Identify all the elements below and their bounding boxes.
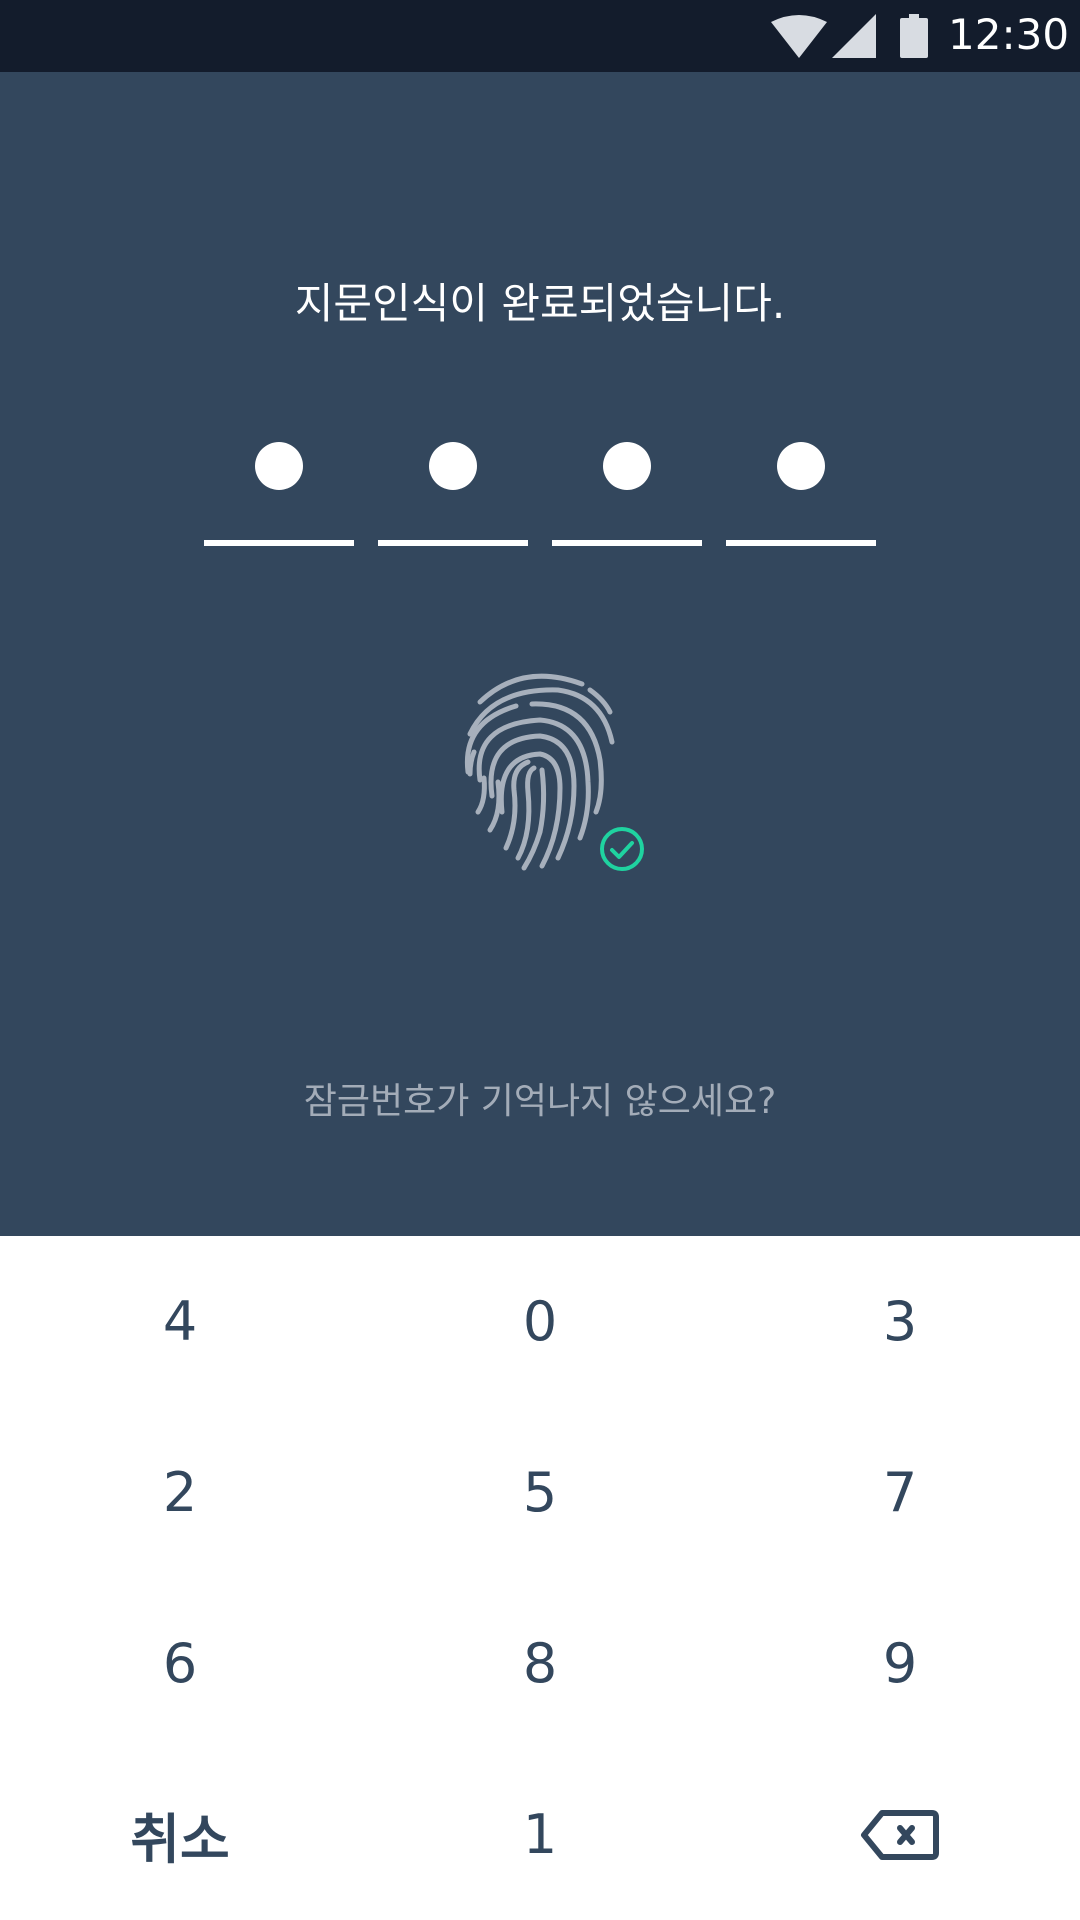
battery-icon [900, 14, 928, 58]
pin-underline [204, 540, 354, 546]
key-2[interactable]: 2 [0, 1407, 360, 1578]
pin-dot [255, 442, 303, 490]
key-7[interactable]: 7 [720, 1407, 1080, 1578]
pin-dot [429, 442, 477, 490]
key-8[interactable]: 8 [360, 1578, 720, 1749]
pin-indicator [0, 72, 1080, 672]
lock-panel: 지문인식이 완료되었습니다. 잠금번호가 기억나지 않으세요? [0, 72, 1080, 1236]
pin-underline [378, 540, 528, 546]
check-circle-icon [600, 827, 644, 871]
key-5[interactable]: 5 [360, 1407, 720, 1578]
cancel-button[interactable]: 취소 [0, 1749, 360, 1920]
key-6[interactable]: 6 [0, 1578, 360, 1749]
clock: 12:30 [948, 10, 1070, 59]
backspace-icon [861, 1809, 939, 1860]
pin-dot [777, 442, 825, 490]
fingerprint-icon [464, 673, 615, 871]
key-9[interactable]: 9 [720, 1578, 1080, 1749]
pin-dot [603, 442, 651, 490]
key-4[interactable]: 4 [0, 1236, 360, 1407]
keypad: 4 0 3 2 5 7 6 8 9 취소 1 [0, 1236, 1080, 1920]
key-3[interactable]: 3 [720, 1236, 1080, 1407]
key-1[interactable]: 1 [360, 1749, 720, 1920]
backspace-button[interactable] [720, 1749, 1080, 1920]
forgot-pin-link[interactable]: 잠금번호가 기억나지 않으세요? [0, 1076, 1080, 1128]
key-0[interactable]: 0 [360, 1236, 720, 1407]
status-bar: 12:30 [0, 0, 1080, 72]
signal-icon [832, 14, 876, 58]
pin-underline [726, 540, 876, 546]
pin-underline [552, 540, 702, 546]
wifi-icon [771, 15, 827, 58]
